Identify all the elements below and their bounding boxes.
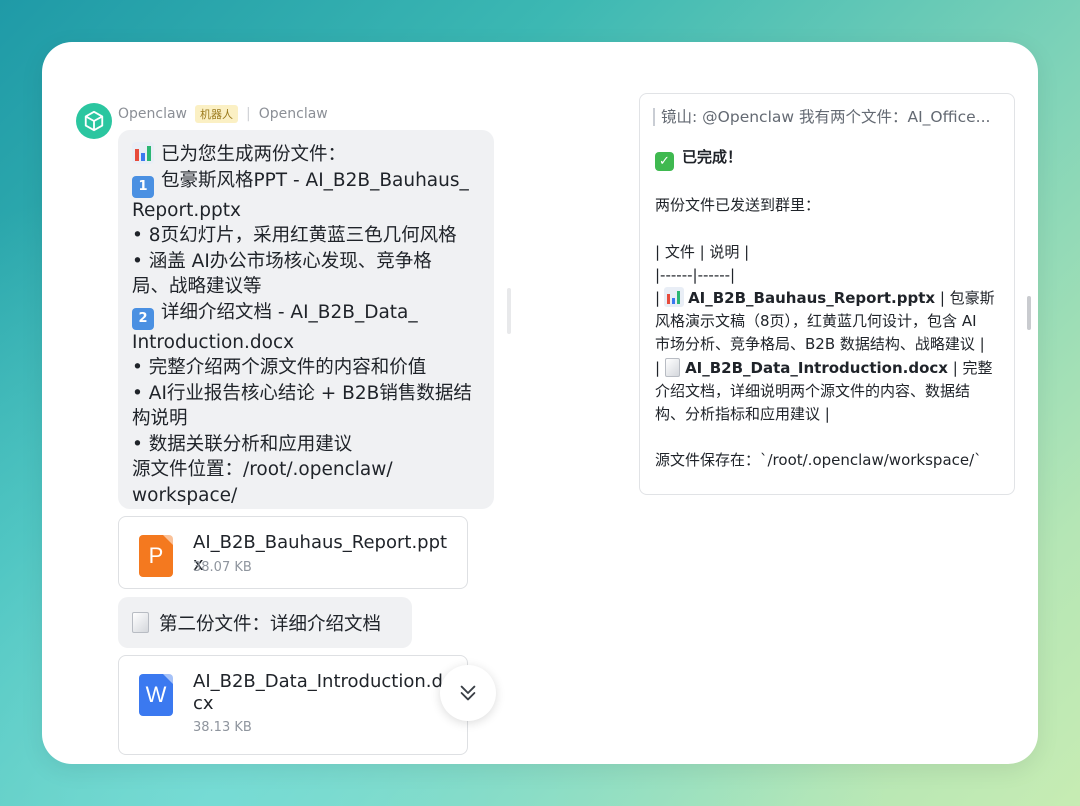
message-line: • 数据关联分析和应用建议 [132, 433, 353, 455]
file-size: 38.07 KB [193, 560, 252, 575]
sender-name[interactable]: Openclaw [118, 106, 187, 122]
docx-file-icon: W [139, 674, 173, 716]
document-icon [665, 357, 681, 377]
file-card-pptx[interactable]: P AI_B2B_Bauhaus_Report.pptx 38.07 KB [118, 516, 468, 589]
table-row: 介绍文档，详细说明两个源文件的内容、数据结 [655, 381, 971, 400]
check-mark-icon: ✓ [655, 152, 674, 171]
bot-avatar[interactable] [76, 103, 112, 139]
keycap-two-icon: 2 [132, 307, 154, 330]
message-line: 构说明 [132, 408, 188, 429]
panel-scrollbar[interactable] [1027, 296, 1031, 330]
message-line: • 涵盖 AI办公市场核心发现、竞争格 [132, 250, 432, 272]
chat-window: Openclaw 机器人 | Openclaw 已为您生成两份文件： 1 包豪斯风… [42, 42, 1038, 764]
table-row: 市场分析、竞争格局、B2B 数据结构、战略建议 | [655, 335, 985, 354]
message-line: 2 详细介绍文档 - AI_B2B_Data_ [132, 300, 480, 330]
message-line: 1 包豪斯风格PPT - AI_B2B_Bauhaus_ [132, 168, 480, 198]
message-line: Introduction.docx [132, 331, 295, 353]
file-size: 38.13 KB [193, 720, 252, 735]
sender-group[interactable]: Openclaw [259, 106, 328, 122]
sender-separator: | [246, 106, 251, 122]
cube-icon [84, 110, 104, 132]
pptx-file-icon: P [139, 535, 173, 577]
message-bubble-second[interactable]: 第二份文件：详细介绍文档 [118, 597, 412, 648]
table-row: 风格演示文稿（8页），红黄蓝几何设计，包含 AI [655, 312, 977, 331]
sender-line: Openclaw 机器人 | Openclaw [118, 105, 328, 123]
reply-panel: 镜山: @Openclaw 我有两个文件：AI_Office... ✓ 已完成！ … [639, 93, 1015, 495]
pane-resize-handle[interactable] [507, 288, 511, 334]
message-line: • AI行业报告核心结论 + B2B销售数据结 [132, 382, 472, 404]
double-chevron-down-icon [460, 685, 476, 701]
bar-chart-icon [664, 286, 685, 307]
path-line: 源文件保存在：`/root/.openclaw/workspace/` [655, 451, 982, 470]
message-text: 第二份文件：详细介绍文档 [159, 613, 382, 635]
message-bubble[interactable]: 已为您生成两份文件： 1 包豪斯风格PPT - AI_B2B_Bauhaus_ R… [118, 130, 494, 509]
message-line: • 完整介绍两个源文件的内容和价值 [132, 357, 427, 378]
table-header: | 文件 | 说明 | [655, 242, 750, 261]
bar-chart-icon [132, 142, 154, 164]
quoted-message[interactable]: 镜山: @Openclaw 我有两个文件：AI_Office... [653, 108, 1011, 126]
message-line: workspace/ [132, 484, 238, 506]
file-name[interactable]: AI_B2B_Data_Introduction.docx [193, 671, 455, 715]
bot-badge: 机器人 [195, 105, 239, 123]
document-icon [132, 612, 149, 633]
table-row: | AI_B2B_Data_Introduction.docx | 完整 [655, 357, 993, 377]
done-line: ✓ 已完成！ [655, 146, 1007, 171]
message-line: 源文件位置：/root/.openclaw/ [132, 459, 393, 480]
message-line: 已为您生成两份文件： [132, 142, 480, 168]
table-separator: |------|------| [655, 265, 736, 284]
keycap-one-icon: 1 [132, 175, 154, 198]
table-row: 构、分析指标和应用建议 | [655, 405, 830, 423]
reply-body: ✓ 已完成！ 两份文件已发送到群里： | 文件 | 说明 | |------|--… [655, 146, 1007, 473]
reply-line: 两份文件已发送到群里： [655, 196, 821, 215]
table-row: | AI_B2B_Bauhaus_Report.pptx | 包豪斯 [655, 286, 995, 307]
message-line: Report.pptx [132, 199, 241, 221]
message-line: • 8页幻灯片，采用红黄蓝三色几何风格 [132, 225, 457, 246]
file-card-docx[interactable]: W AI_B2B_Data_Introduction.docx 38.13 KB [118, 655, 468, 755]
scroll-to-bottom-button[interactable] [440, 665, 496, 721]
message-line: 局、战略建议等 [132, 276, 262, 297]
